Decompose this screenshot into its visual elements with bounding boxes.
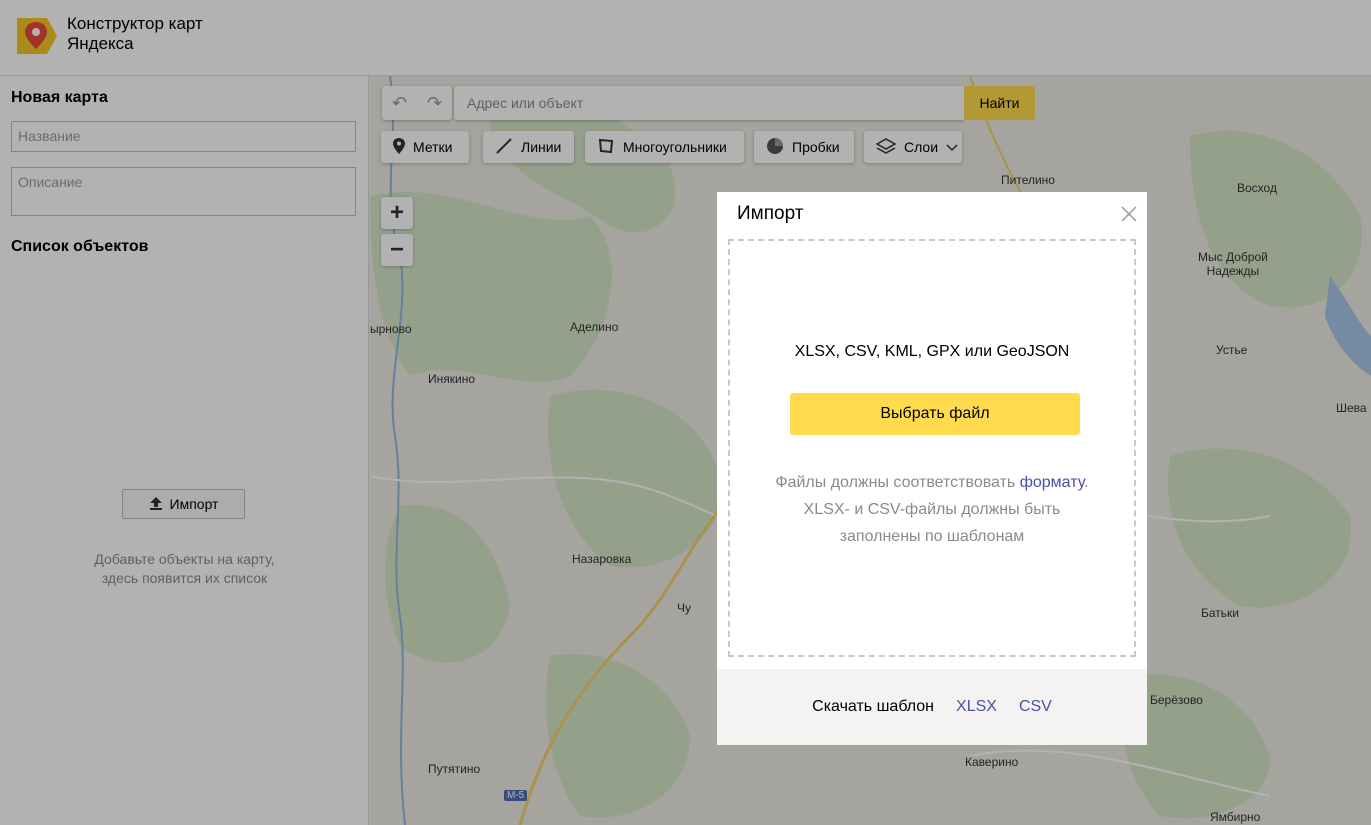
format-note-line-1: Файлы должны соответствовать формату.: [730, 469, 1134, 496]
format-link[interactable]: формату: [1020, 474, 1084, 491]
download-csv-link[interactable]: CSV: [1019, 698, 1052, 716]
format-note-text: Файлы должны соответствовать: [775, 474, 1020, 491]
format-note-line-3: заполнены по шаблонам: [839, 528, 1025, 545]
file-dropzone[interactable]: XLSX, CSV, KML, GPX или GeoJSON Выбрать …: [728, 239, 1136, 657]
download-xlsx-link[interactable]: XLSX: [956, 698, 997, 716]
dialog-title: Импорт: [737, 203, 804, 224]
import-dialog: Импорт XLSX, CSV, KML, GPX или GeoJSON В…: [717, 192, 1147, 745]
supported-formats-text: XLSX, CSV, KML, GPX или GeoJSON: [794, 343, 1070, 360]
format-note: Файлы должны соответствовать формату. XL…: [730, 469, 1134, 550]
choose-file-button[interactable]: Выбрать файл: [790, 393, 1080, 435]
close-icon[interactable]: [1119, 204, 1139, 224]
modal-backdrop[interactable]: [0, 0, 1371, 825]
format-note-period: .: [1084, 474, 1089, 491]
download-template-label: Скачать шаблон: [812, 698, 935, 715]
format-note-line-2: XLSX- и CSV-файлы должны быть: [803, 501, 1061, 518]
template-download-bar: Скачать шаблон XLSX CSV: [717, 669, 1147, 745]
